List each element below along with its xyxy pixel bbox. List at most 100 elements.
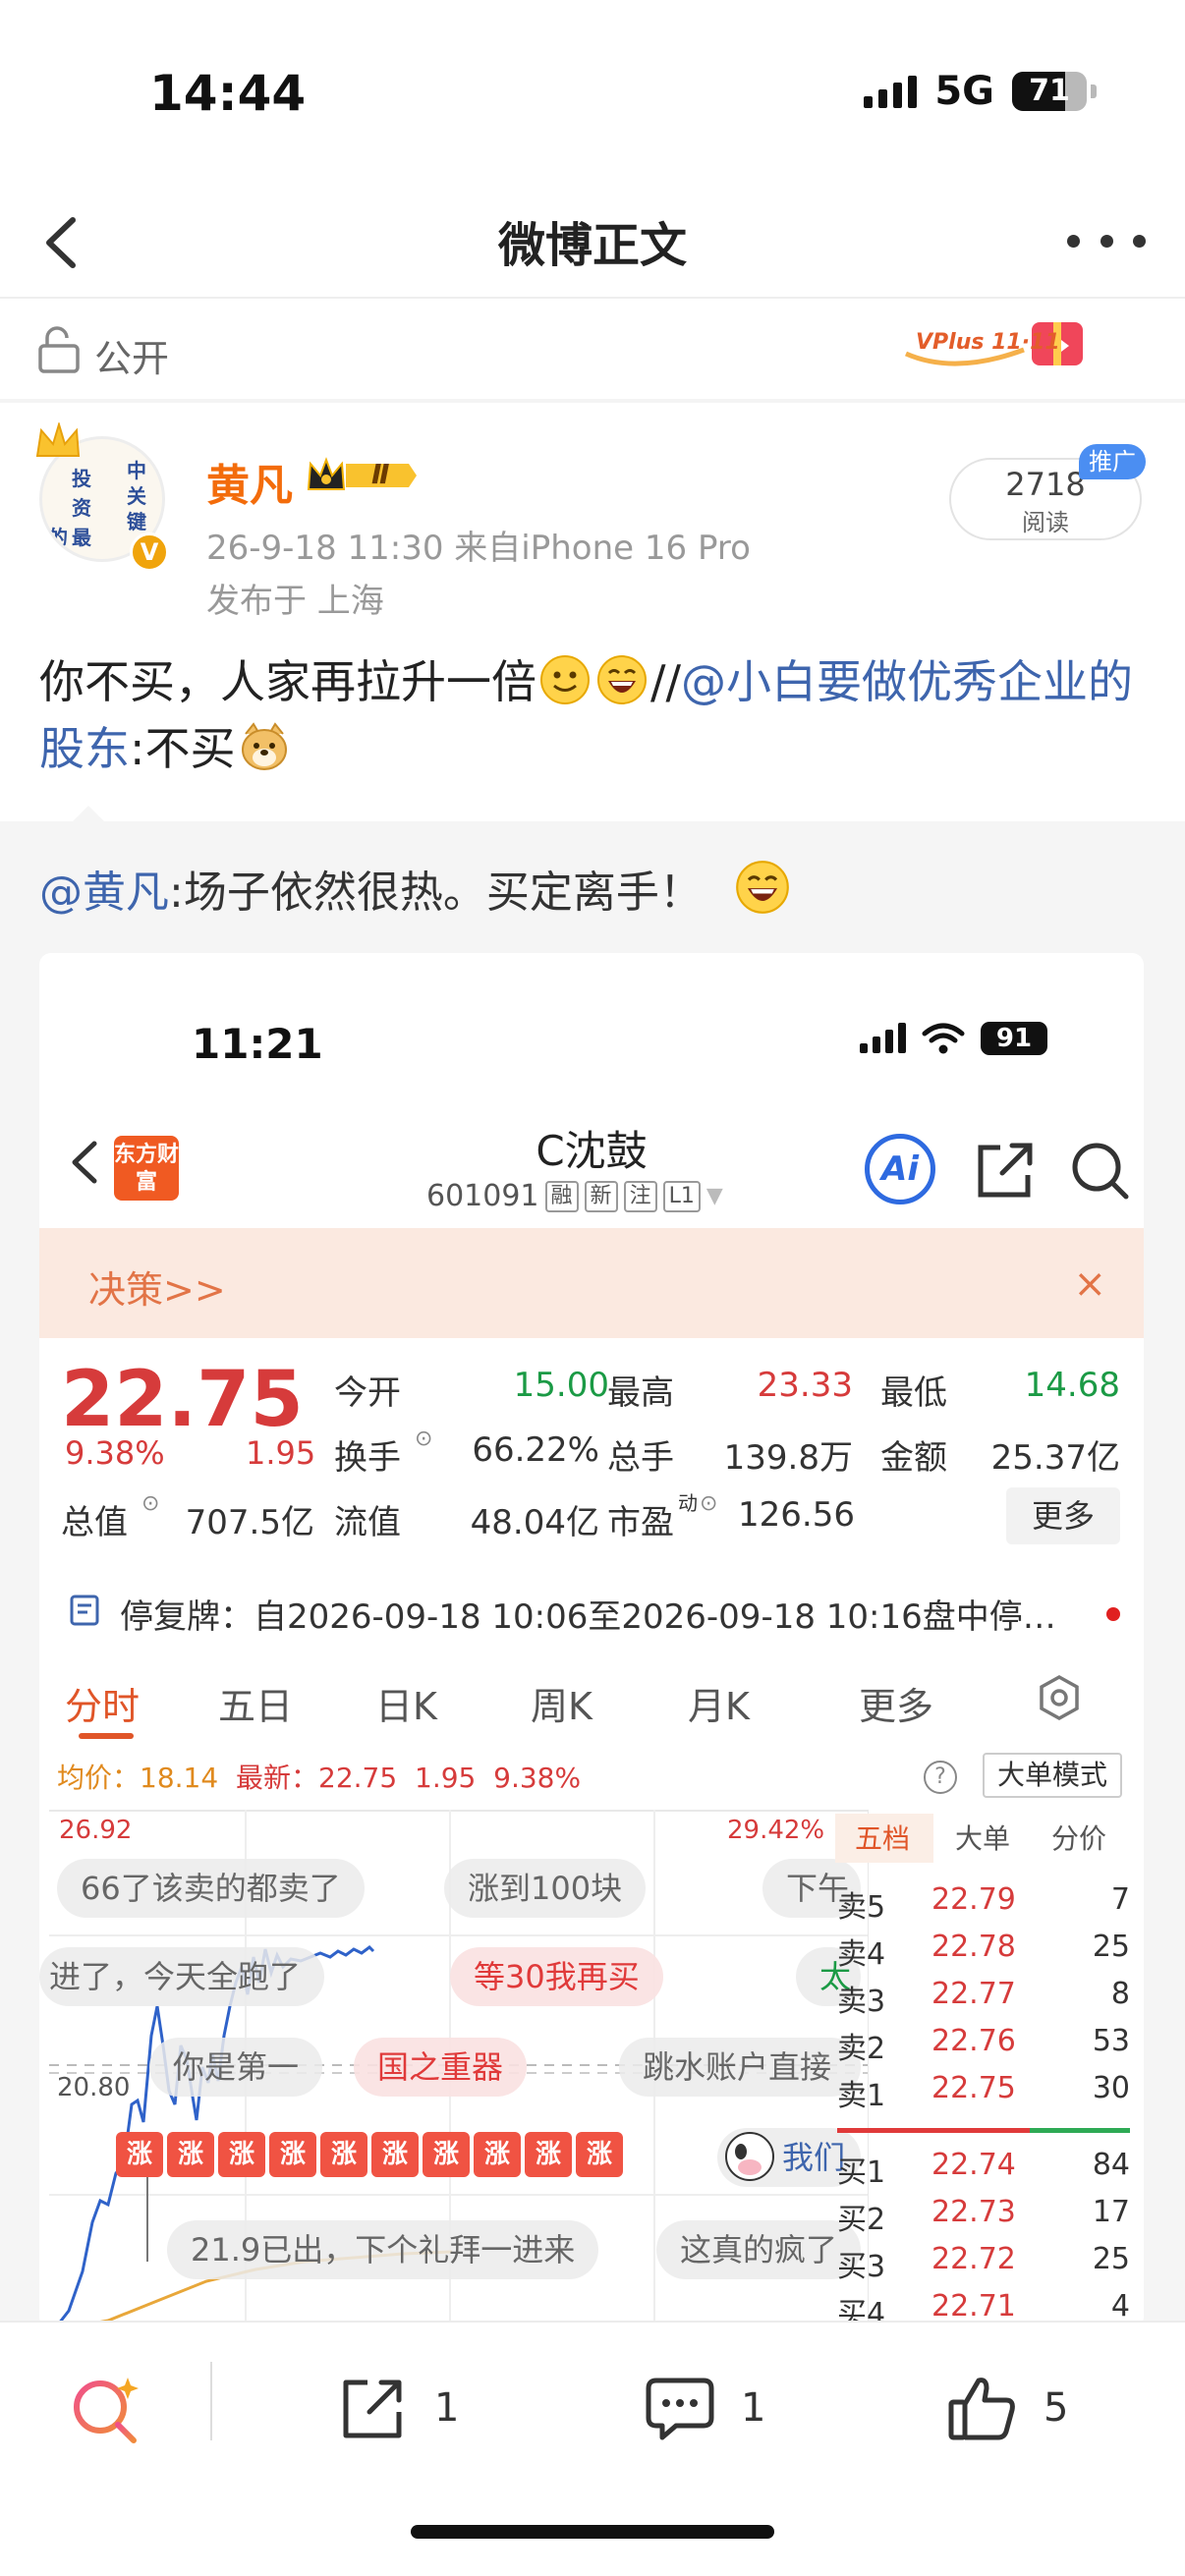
crown-icon [35, 422, 81, 457]
rise-chip: 涨 [218, 2132, 265, 2177]
laugh-emoji-icon [597, 655, 647, 704]
ask-row: 卖2 22.76 53 [837, 2024, 1130, 2066]
quote-market-cap: 707.5亿 [185, 1503, 314, 1542]
tab-weekly-k[interactable]: 周K [531, 1676, 592, 1730]
latest-percent: 9.38% [493, 1762, 582, 1794]
quote-label: 最低 [880, 1373, 947, 1413]
bid-row: 买1 22.74 84 [837, 2148, 1130, 2190]
tab-more[interactable]: 更多 [859, 1676, 933, 1730]
rise-chip: 涨 [423, 2132, 470, 2177]
stock-code-row: 601091 融 新 注 L1 ▼ [426, 1179, 723, 1213]
bullet-comment[interactable]: 跳水账户直接 [619, 2038, 861, 2097]
vplus-promo-badge[interactable]: VPlus 11·11 [896, 307, 1102, 385]
quote-low: 14.68 [1024, 1366, 1120, 1405]
bullet-comment[interactable]: 等30我再买 [450, 1947, 663, 2006]
repost-text: @黄凡:场子依然很热。买定离手！ [39, 857, 793, 920]
ask-row: 卖4 22.78 25 [837, 1930, 1130, 1972]
more-quotes-button[interactable]: 更多 [1006, 1487, 1120, 1544]
vip-level-badge[interactable]: Ⅱ [303, 454, 419, 497]
quote-label: 总值 [61, 1503, 128, 1542]
doge-emoji-icon [241, 722, 287, 770]
laugh-emoji-icon [735, 861, 789, 914]
gear-icon[interactable] [1036, 1674, 1083, 1721]
bullet-comment[interactable]: 这真的疯了 [656, 2220, 861, 2279]
visibility-row: 公开 VPlus 11·11 [0, 301, 1185, 399]
battery-level: 91 [981, 1022, 1047, 1055]
current-price: 22.75 [61, 1356, 304, 1444]
rise-chip: 涨 [269, 2132, 316, 2177]
battery-icon: 71 [1012, 72, 1087, 111]
visibility-label: 公开 [94, 337, 170, 380]
post-meta: 26-9-18 11:30 来自iPhone 16 Pro [206, 529, 751, 568]
status-time: 14:44 [149, 65, 307, 122]
quote-volume: 139.8万 [723, 1438, 853, 1478]
bullet-comment[interactable]: 你是第一 [149, 2038, 323, 2097]
embedded-screenshot[interactable]: 11:21 91 东方财富 C沈鼓 601091 融 新 注 L1 ▼ Ai 决… [39, 953, 1144, 2328]
bullet-comment[interactable]: 21.9已出，下个礼拜一进来 [167, 2220, 599, 2279]
ai-button[interactable]: Ai [865, 1134, 935, 1204]
latest-change: 1.95 [415, 1762, 477, 1794]
author-name[interactable]: 黄凡 [206, 450, 293, 513]
close-icon[interactable]: × [1073, 1261, 1106, 1307]
battery-level: 71 [1029, 74, 1070, 108]
quote-label: 换手 [334, 1438, 401, 1478]
help-icon[interactable]: ? [924, 1761, 957, 1794]
tab-monthly-k[interactable]: 月K [688, 1676, 750, 1730]
tab-five-levels[interactable]: 五档 [855, 1818, 910, 1857]
cellular-signal-icon [864, 75, 918, 108]
smile-emoji-icon [540, 655, 590, 704]
axis-high-percent: 29.42% [727, 1816, 825, 1845]
halt-notice[interactable]: 停复牌：自2026-09-18 10:06至2026-09-18 10:16盘中… [39, 1574, 1144, 1649]
bid-row: 买3 22.72 25 [837, 2242, 1130, 2284]
comment-count: 1 [741, 2385, 766, 2431]
more-options-icon[interactable] [1067, 226, 1146, 255]
repost-author-mention[interactable]: @黄凡 [39, 868, 169, 918]
tab-five-day[interactable]: 五日 [218, 1676, 293, 1730]
cow-avatar-icon [725, 2132, 774, 2181]
battery-tip [1091, 84, 1097, 98]
decision-banner[interactable]: 决策>> × [39, 1228, 1144, 1338]
change-percent: 9.38% [65, 1434, 165, 1472]
stock-tag: 新 [584, 1180, 618, 1212]
search-icon[interactable] [1067, 1138, 1132, 1203]
embedded-status-time: 11:21 [192, 1020, 323, 1068]
quote-label: 金额 [880, 1438, 947, 1478]
info-icon: ⊙ [700, 1491, 718, 1516]
toolbar-separator [210, 2362, 212, 2440]
post-text-tail: :不买 [130, 722, 236, 775]
bullet-comment[interactable]: 进了，今天全跑了 [39, 1947, 325, 2006]
tab-intraday[interactable]: 分时 [65, 1676, 140, 1730]
intraday-summary: 均价：18.14 最新：22.75 1.95 9.38% [57, 1762, 582, 1794]
bullet-comment[interactable]: 66了该卖的都卖了 [57, 1859, 365, 1918]
rise-chip-row: 涨 涨 涨 涨 涨 涨 涨 涨 涨 涨 [116, 2132, 623, 2177]
ask-row: 卖1 22.75 30 [837, 2071, 1130, 2113]
section-divider [0, 399, 1185, 403]
bullet-comment[interactable]: 涨到100块 [444, 1859, 647, 1918]
quote-label: 市盈 [607, 1503, 674, 1542]
decision-label: 决策>> [88, 1268, 226, 1312]
rise-chip: 涨 [116, 2132, 163, 2177]
promote-tag[interactable]: 推广 [1079, 444, 1146, 479]
chevron-down-icon: ▼ [705, 1184, 723, 1208]
quote-label: 最高 [607, 1373, 674, 1413]
bullet-comment[interactable]: 国之重器 [354, 2038, 528, 2097]
post-location: 发布于 上海 [206, 582, 384, 621]
tab-big-orders[interactable]: 大单 [955, 1818, 1010, 1857]
tab-price-distribution[interactable]: 分价 [1051, 1818, 1106, 1857]
ai-search-icon[interactable] [69, 2374, 143, 2448]
post-text: 你不买，人家再拉升一倍 [39, 655, 536, 708]
repost-button[interactable]: 1 [336, 2364, 459, 2452]
repost-separator: // [650, 655, 681, 708]
rise-chip: 涨 [371, 2132, 419, 2177]
comment-button[interactable]: 1 [643, 2364, 765, 2452]
alert-dot [1106, 1607, 1120, 1621]
big-order-mode-button[interactable]: 大单模式 [983, 1753, 1122, 1798]
tab-underline [79, 1733, 134, 1739]
share-icon[interactable] [973, 1138, 1038, 1203]
status-bar: 14:44 5G 71 [0, 0, 1185, 187]
quote-turnover: 66.22% [472, 1430, 599, 1470]
tab-daily-k[interactable]: 日K [375, 1676, 437, 1730]
chart-tabs: 分时 五日 日K 周K 月K 更多 [39, 1662, 1144, 1741]
embedded-status-icons: 91 [860, 1022, 1047, 1055]
like-button[interactable]: 5 [945, 2364, 1068, 2452]
